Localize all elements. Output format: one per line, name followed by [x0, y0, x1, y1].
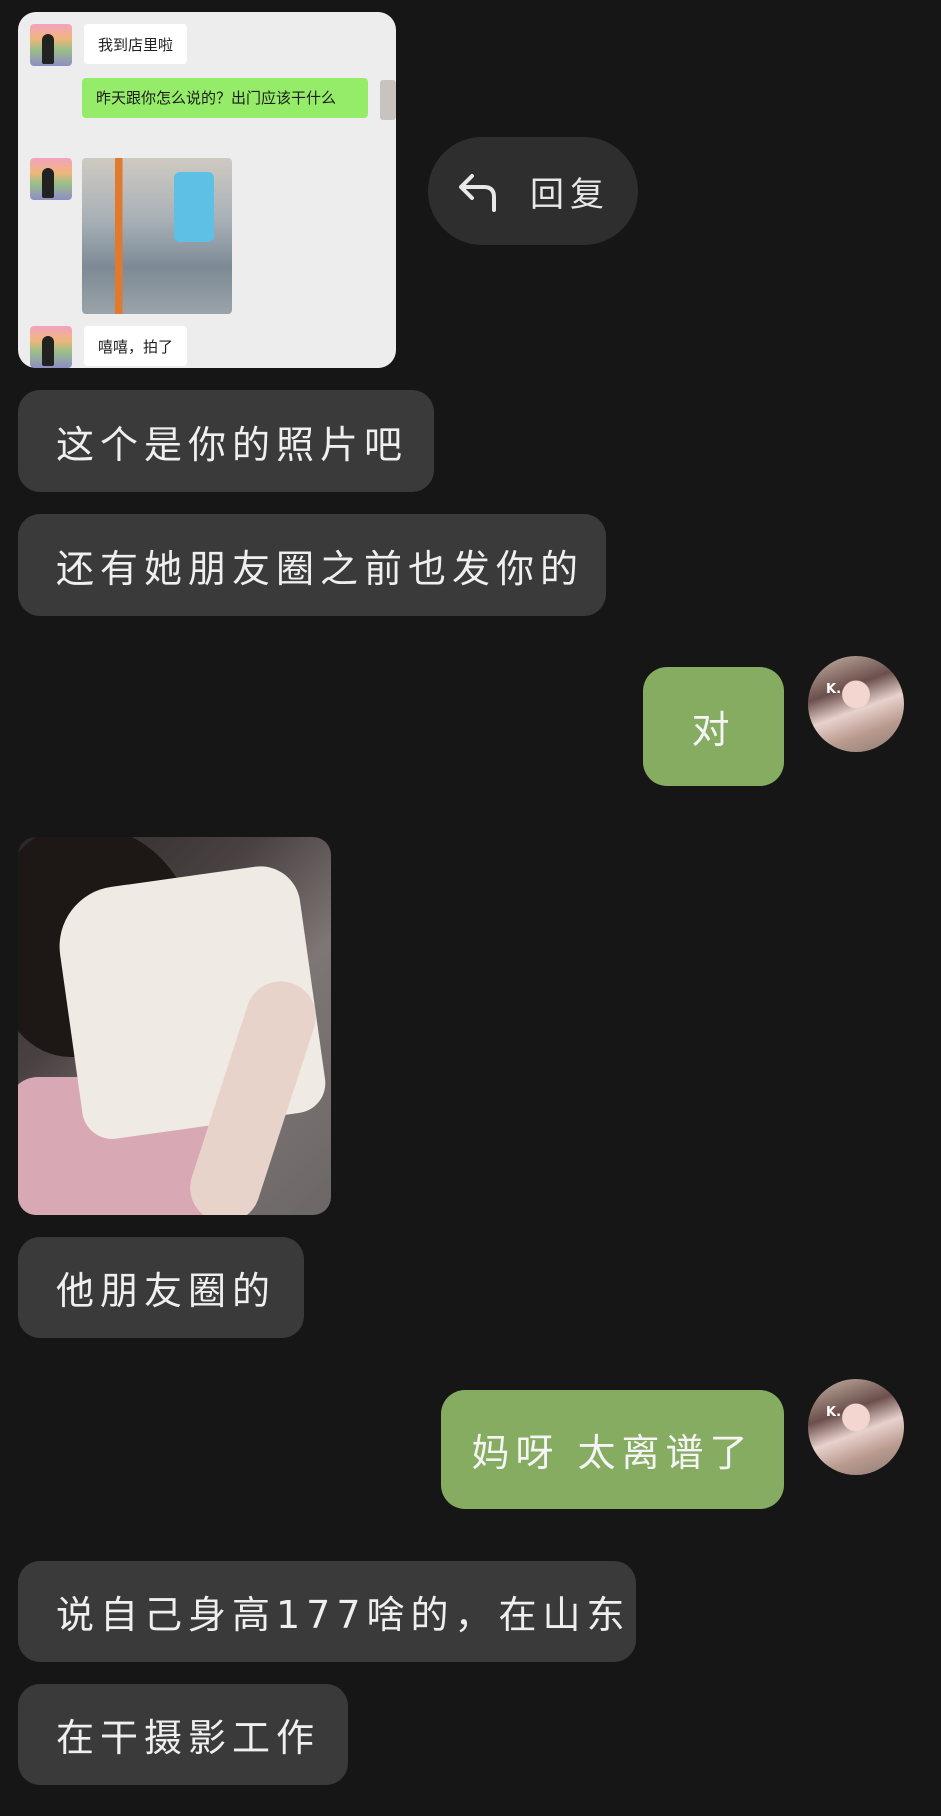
message-text: 这个是你的照片吧 [56, 422, 409, 467]
sender-avatar-small [30, 24, 72, 66]
self-avatar-small [380, 80, 396, 120]
message-bubble-outgoing[interactable]: 妈呀 太离谱了 [441, 1390, 784, 1509]
message-bubble-incoming[interactable]: 说自己身高177啥的，在山东 [18, 1561, 636, 1662]
quoted-photo [82, 158, 232, 314]
self-avatar[interactable]: K. [808, 1379, 904, 1475]
quoted-message-3: 嘻嘻，拍了 [84, 326, 188, 366]
quoted-message-card[interactable]: 我到店里啦 昨天跟你怎么说的？出门应该干什么 嘻嘻，拍了 [18, 12, 396, 368]
self-avatar[interactable]: K. [808, 656, 904, 752]
reply-arrow-icon [459, 174, 496, 212]
message-text: 说自己身高177啥的，在山东 [56, 1593, 631, 1637]
message-text: 还有她朋友圈之前也发你的 [56, 546, 585, 591]
message-bubble-incoming[interactable]: 还有她朋友圈之前也发你的 [18, 514, 606, 616]
avatar-tag: K. [826, 682, 842, 697]
message-text: 在干摄影工作 [56, 1716, 321, 1760]
message-text: 他朋友圈的 [56, 1269, 277, 1313]
message-bubble-incoming[interactable]: 这个是你的照片吧 [18, 390, 434, 492]
sender-avatar-small [30, 326, 72, 368]
message-text: 对 [691, 708, 736, 752]
quoted-message-1: 我到店里啦 [84, 24, 188, 64]
reply-label: 回复 [530, 174, 610, 215]
message-bubble-outgoing[interactable]: 对 [643, 667, 784, 786]
avatar-tag: K. [826, 1405, 842, 1420]
message-bubble-incoming[interactable]: 在干摄影工作 [18, 1684, 348, 1785]
reply-button[interactable]: 回复 [428, 137, 638, 245]
photo-message[interactable] [18, 837, 331, 1215]
message-text: 妈呀 太离谱了 [471, 1431, 754, 1475]
message-bubble-incoming[interactable]: 他朋友圈的 [18, 1237, 304, 1338]
quoted-message-2: 昨天跟你怎么说的？出门应该干什么 [82, 78, 368, 118]
sender-avatar-small [30, 158, 72, 200]
